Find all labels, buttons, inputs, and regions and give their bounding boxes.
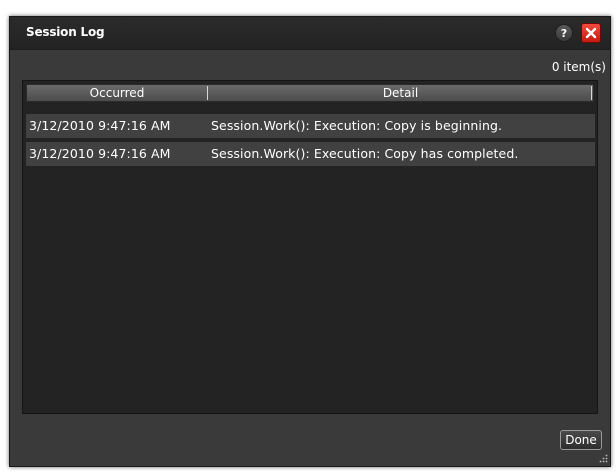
help-icon: ? [560, 27, 568, 40]
close-icon [585, 27, 597, 39]
session-log-dialog: Session Log ? 0 item(s) Occurred Detail … [9, 16, 611, 467]
resize-grip-icon[interactable] [598, 454, 608, 464]
title-bar[interactable]: Session Log ? [10, 17, 610, 50]
close-button[interactable] [581, 23, 601, 43]
table-row[interactable]: 3/12/2010 9:47:16 AM Session.Work(): Exe… [26, 142, 595, 166]
column-header-detail[interactable]: Detail [208, 85, 593, 101]
item-count: 0 item(s) [551, 60, 606, 74]
help-button[interactable]: ? [555, 24, 573, 42]
table-row[interactable]: 3/12/2010 9:47:16 AM Session.Work(): Exe… [26, 114, 595, 138]
cell-occurred: 3/12/2010 9:47:16 AM [29, 146, 171, 161]
column-header-occurred[interactable]: Occurred [27, 85, 207, 101]
cell-detail: Session.Work(): Execution: Copy has comp… [211, 146, 519, 161]
done-button[interactable]: Done [560, 430, 602, 450]
log-table[interactable]: Occurred Detail 3/12/2010 9:47:16 AM Ses… [22, 80, 598, 414]
column-divider[interactable] [591, 86, 592, 100]
cell-occurred: 3/12/2010 9:47:16 AM [29, 118, 171, 133]
cell-detail: Session.Work(): Execution: Copy is begin… [211, 118, 503, 133]
table-header: Occurred Detail [26, 84, 594, 102]
dialog-title: Session Log [26, 25, 105, 39]
